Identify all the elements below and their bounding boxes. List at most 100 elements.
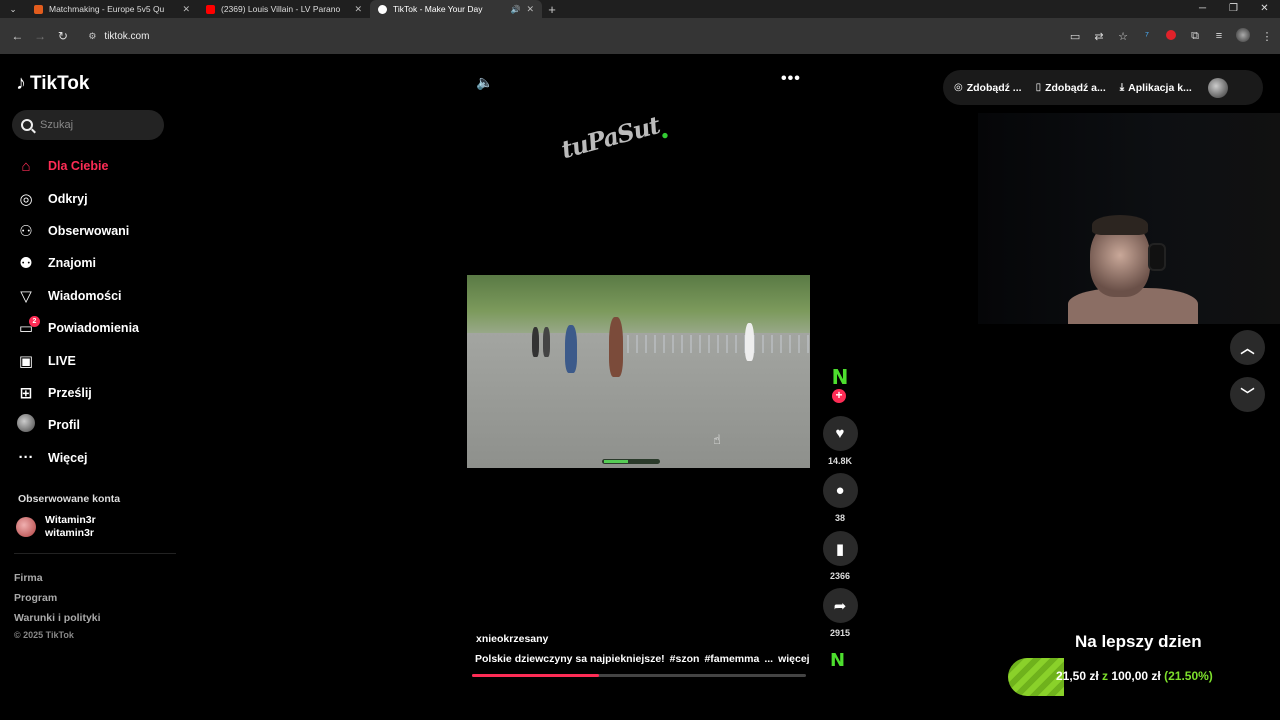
nav-label: Dla Ciebie (48, 159, 109, 174)
search-input[interactable]: Szukaj (12, 110, 164, 140)
logo-text: TikTok (30, 72, 90, 94)
video-frame-trees (467, 275, 810, 335)
record-extension-icon[interactable] (1164, 29, 1178, 43)
send-icon: ▽ (20, 287, 32, 305)
nav-item-messages[interactable]: ▽ Wiadomości (16, 280, 139, 312)
nav-item-notifications[interactable]: ▭ 2 Powiadomienia (16, 312, 139, 344)
webcam-person-hair (1092, 215, 1148, 235)
search-icon (21, 119, 33, 131)
more-link[interactable]: więcej (778, 653, 810, 665)
extensions-area: ▭ ⇄ ☆ ⁷ ⧉ ≡ ⋮ (1068, 27, 1274, 45)
media-controls-icon[interactable]: ≡ (1212, 30, 1226, 42)
close-tab-icon[interactable]: ✕ (182, 4, 190, 15)
follow-plus-button[interactable]: + (832, 389, 846, 403)
nav-item-upload[interactable]: ⊞ Prześlij (16, 377, 139, 409)
comment-button[interactable]: ● 38 (822, 473, 858, 523)
forward-icon[interactable]: → (29, 29, 52, 43)
volume-icon[interactable]: 🔈 (476, 74, 493, 91)
nav-item-for-you[interactable]: ⌂ Dla Ciebie (16, 150, 139, 182)
header-actions: ◎ Zdobądź ... ▯ Zdobądź a... ⤓ Aplikacja… (943, 70, 1263, 105)
extension-icon[interactable]: ⁷ (1140, 30, 1154, 42)
save-count: 2366 (829, 571, 851, 581)
comment-count: 38 (834, 513, 845, 523)
browser-tab-bar: ⌄ Matchmaking - Europe 5v5 Qu ✕ (2369) L… (0, 0, 1280, 18)
hashtag[interactable]: #szon (670, 653, 700, 665)
browser-menu-icon[interactable]: ⋮ (1260, 30, 1274, 43)
video-figure (565, 325, 577, 373)
browser-tab-active[interactable]: TikTok - Make Your Day 🔊 ✕ (370, 0, 542, 18)
video-figure (745, 323, 754, 361)
upload-icon: ⊞ (19, 384, 33, 402)
close-window-icon[interactable]: ✕ (1249, 0, 1280, 18)
nav-item-live[interactable]: ▣ LIVE (16, 344, 139, 376)
share-button[interactable]: ➦ 2915 (822, 588, 858, 638)
tab-title: (2369) Louis Villain - LV Parano (221, 4, 341, 14)
goal-current: 21,50 zł (1056, 669, 1099, 683)
next-video-button[interactable]: ﹀ (1230, 377, 1265, 412)
desktop-app-button[interactable]: ⤓ Aplikacja k... (1120, 82, 1192, 94)
nav-item-more[interactable]: ··· Więcej (16, 442, 139, 474)
creator-avatar[interactable]: N (829, 366, 851, 388)
button-label: Zdobądź a... (1045, 81, 1106, 94)
video-watermark: tuPaSut● (558, 109, 668, 164)
browser-tab[interactable]: (2369) Louis Villain - LV Parano ✕ (198, 0, 370, 18)
browser-tab[interactable]: Matchmaking - Europe 5v5 Qu ✕ (26, 0, 198, 18)
bookmark-icon: ▮ (822, 531, 858, 566)
tiktok-logo[interactable]: ♪ TikTok (16, 72, 89, 95)
tab-title: TikTok - Make Your Day (393, 4, 483, 14)
nav-item-following[interactable]: ⚇ Obserwowani (16, 215, 139, 247)
reload-icon[interactable]: ↻ (52, 29, 75, 43)
video-player[interactable] (467, 275, 810, 468)
tab-audio-icon[interactable]: 🔊 (510, 5, 520, 14)
cast-icon[interactable]: ▭ (1068, 30, 1082, 43)
search-placeholder: Szukaj (40, 119, 74, 131)
hashtag[interactable]: #famemma (704, 653, 759, 665)
profile-avatar-icon[interactable] (1236, 27, 1251, 45)
nav-item-explore[interactable]: ◎ Odkryj (16, 182, 139, 214)
home-icon: ⌂ (21, 157, 31, 175)
video-progress-fill (472, 674, 599, 677)
button-label: Aplikacja k... (1128, 81, 1192, 94)
footer-link-company[interactable]: Firma (14, 568, 101, 588)
live-tv-icon: ▣ (18, 352, 34, 370)
nav-item-profile[interactable]: Profil (16, 409, 139, 441)
chevron-down-icon: ﹀ (1240, 386, 1255, 403)
coin-icon: ◎ (954, 82, 963, 93)
close-tab-icon[interactable]: ✕ (354, 4, 362, 15)
maximize-icon[interactable]: ❐ (1218, 0, 1249, 18)
user-avatar[interactable] (1207, 77, 1228, 98)
compass-icon: ◎ (19, 190, 33, 208)
nav-label: Prześlij (48, 385, 92, 400)
translate-icon[interactable]: ⇄ (1092, 30, 1106, 43)
new-tab-button[interactable]: + (542, 2, 562, 17)
nav-label: Powiadomienia (48, 321, 139, 336)
tab-search-button[interactable]: ⌄ (0, 0, 26, 18)
sidebar-footer: Firma Program Warunki i polityki © 2025 … (14, 568, 101, 642)
site-info-icon[interactable]: ⚙ (88, 31, 96, 42)
heart-icon: ♥ (822, 416, 858, 451)
goal-percent: (21.50%) (1164, 669, 1213, 683)
save-button[interactable]: ▮ 2366 (822, 531, 858, 581)
nav-item-friends[interactable]: ⚉ Znajomi (16, 247, 139, 279)
close-tab-icon[interactable]: ✕ (526, 4, 534, 15)
nav-label: LIVE (48, 353, 76, 368)
more-options-icon[interactable]: ••• (781, 70, 801, 88)
followed-account-item[interactable]: Witamin3r witamin3r (16, 514, 96, 540)
back-icon[interactable]: ← (6, 29, 29, 43)
main-nav: ⌂ Dla Ciebie ◎ Odkryj ⚇ Obserwowani ⚉ Zn… (16, 150, 139, 474)
friends-icon: ⚉ (19, 255, 33, 273)
video-progress-bar[interactable] (472, 674, 806, 677)
get-app-button[interactable]: ▯ Zdobądź a... (1036, 82, 1106, 94)
footer-link-terms[interactable]: Warunki i polityki (14, 608, 101, 628)
video-author[interactable]: xnieokrzesany (476, 633, 548, 645)
like-button[interactable]: ♥ 14.8K (822, 416, 858, 466)
footer-link-program[interactable]: Program (14, 588, 101, 608)
get-coins-button[interactable]: ◎ Zdobądź ... (954, 82, 1022, 94)
previous-video-button[interactable]: ︿ (1230, 330, 1265, 365)
ellipsis: ... (764, 653, 774, 665)
sound-disc-icon[interactable]: N (830, 650, 845, 671)
address-bar[interactable]: ⚙ tiktok.com (78, 23, 1062, 49)
extensions-puzzle-icon[interactable]: ⧉ (1188, 30, 1202, 43)
minimize-icon[interactable]: ─ (1187, 0, 1218, 18)
bookmark-star-icon[interactable]: ☆ (1116, 30, 1130, 43)
